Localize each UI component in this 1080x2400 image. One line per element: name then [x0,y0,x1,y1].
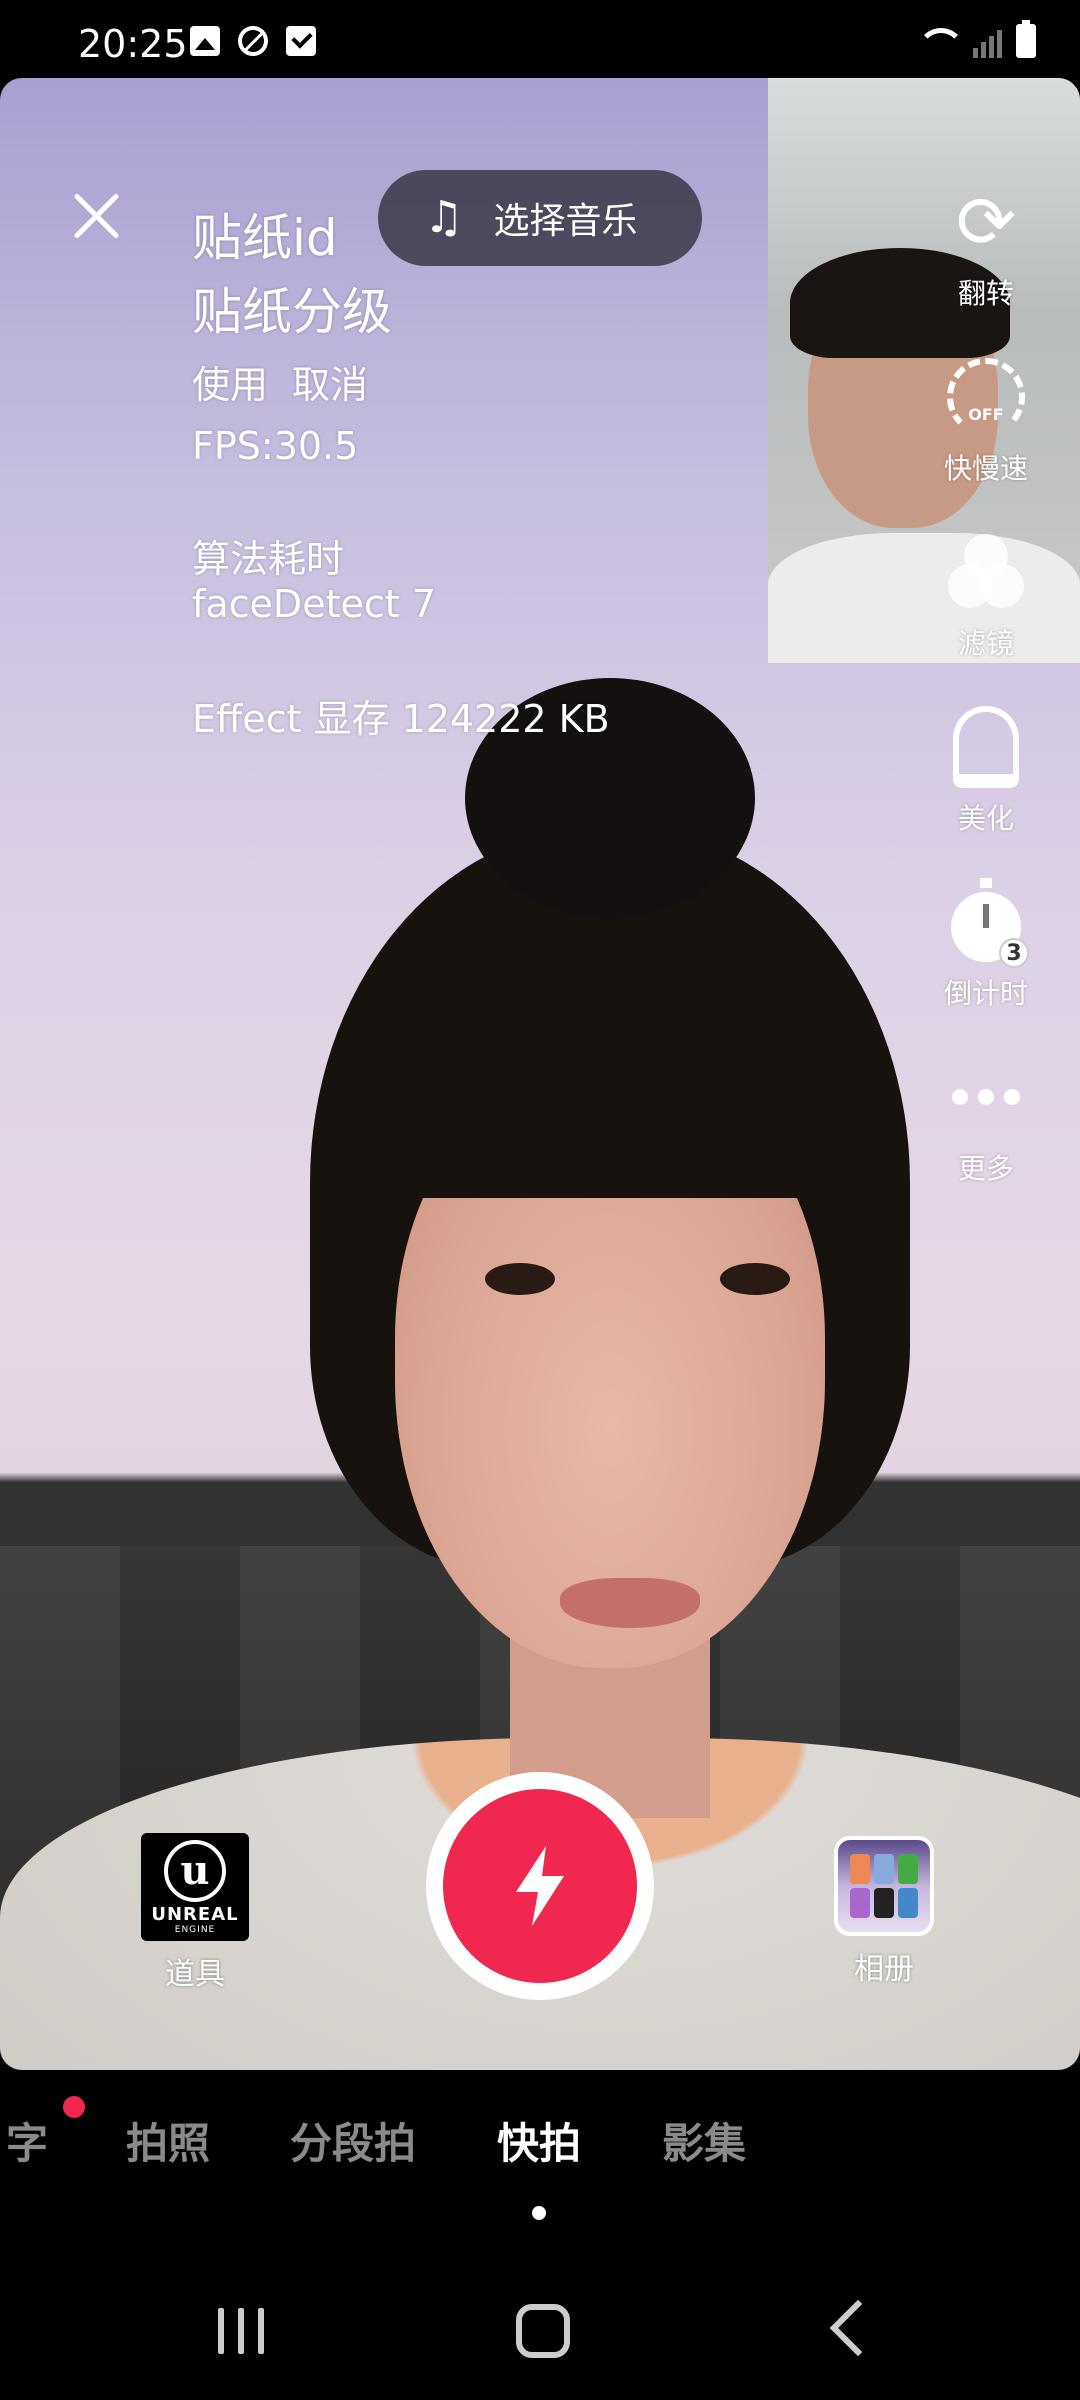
filter-icon [944,530,1028,614]
timer-badge: 3 [999,938,1029,968]
logo-text: UNREAL [151,1903,239,1925]
recents-icon[interactable] [218,2308,264,2354]
tab-quick-shot[interactable]: 快拍 [497,2110,581,2171]
lightning-icon [516,1846,564,1926]
sticker-id-label: 贴纸id [192,209,338,267]
status-time: 20:25 [78,22,188,66]
speed-icon: OFF [944,355,1028,439]
tab-album-movie[interactable]: 影集 [662,2110,746,2171]
effect-memory-readout: Effect 显存 124222 KB [192,697,610,741]
logo-subtext: ENGINE [174,1924,216,1935]
battery-icon [1016,20,1036,58]
avatar-left-eye [485,1263,555,1295]
close-icon[interactable] [60,180,132,252]
album-thumbnail [834,1836,934,1936]
sticker-actions: 使用 取消 [192,354,392,409]
more-label: 更多 [957,1152,1014,1185]
beauty-button[interactable]: 美化 [926,705,1046,880]
speed-badge: OFF [947,358,1025,436]
props-button[interactable]: u UNREAL ENGINE 道具 [140,1833,250,1993]
shutter-inner [443,1789,637,1983]
tab-segment[interactable]: 分段拍 [290,2110,416,2171]
props-label: 道具 [165,1957,225,1992]
more-icon [944,1055,1028,1139]
blocked-icon [238,26,268,56]
image-icon [190,26,220,56]
filter-label: 滤镜 [957,627,1014,660]
mode-tabs: 字 拍照 分段拍 快拍 影集 [0,2110,1080,2180]
avatar-lips [560,1578,700,1628]
album-label: 相册 [854,1952,914,1987]
status-right-icons [917,20,1036,58]
active-tab-indicator [532,2206,546,2220]
beauty-icon [944,705,1028,789]
shutter-button[interactable] [426,1772,654,2000]
avatar-bangs [340,938,880,1198]
avatar-right-eye [720,1263,790,1295]
fps-readout: FPS:30.5 [192,424,359,468]
system-nav-bar [0,2260,1080,2400]
home-icon[interactable] [516,2304,570,2358]
filter-button[interactable]: 滤镜 [926,530,1046,705]
timer-label: 倒计时 [943,977,1028,1010]
flip-label: 翻转 [957,277,1014,310]
album-button[interactable]: 相册 [832,1836,936,1988]
select-music-label: 选择音乐 [493,201,638,242]
tab-photo[interactable]: 拍照 [126,2110,210,2171]
status-bar: 20:25 [0,0,1080,78]
status-left-icons [190,26,316,56]
face-detect-readout: faceDetect 7 [192,582,436,626]
signal-icon [973,26,1002,58]
timer-icon: 3 [944,878,1029,968]
flip-camera-icon: ⟳ [955,180,1017,264]
tab-text[interactable]: 字 [6,2110,48,2171]
cancel-button[interactable]: 取消 [292,363,368,407]
speed-button[interactable]: OFF 快慢速 [926,355,1046,530]
use-button[interactable]: 使用 [192,363,268,407]
timer-button[interactable]: 3 倒计时 [926,878,1046,1055]
unreal-engine-logo: u UNREAL ENGINE [141,1833,249,1941]
algo-time-label: 算法耗时 [192,537,345,581]
music-note-icon: ♫ [424,192,464,243]
right-toolbar: ⟳ 翻转 OFF 快慢速 滤镜 美化 3 倒计时 更多 [926,180,1046,1230]
flip-camera-button[interactable]: ⟳ 翻转 [926,180,1046,355]
checkbox-icon [286,26,316,56]
speed-label: 快慢速 [943,452,1028,485]
sticker-level-label: 贴纸分级 [192,283,392,341]
select-music-button[interactable]: ♫ 选择音乐 [378,170,702,266]
back-icon[interactable] [829,2299,887,2357]
more-button[interactable]: 更多 [926,1055,1046,1230]
wifi-icon [917,24,965,58]
beauty-label: 美化 [957,802,1014,835]
unreal-u-icon: u [164,1839,226,1902]
